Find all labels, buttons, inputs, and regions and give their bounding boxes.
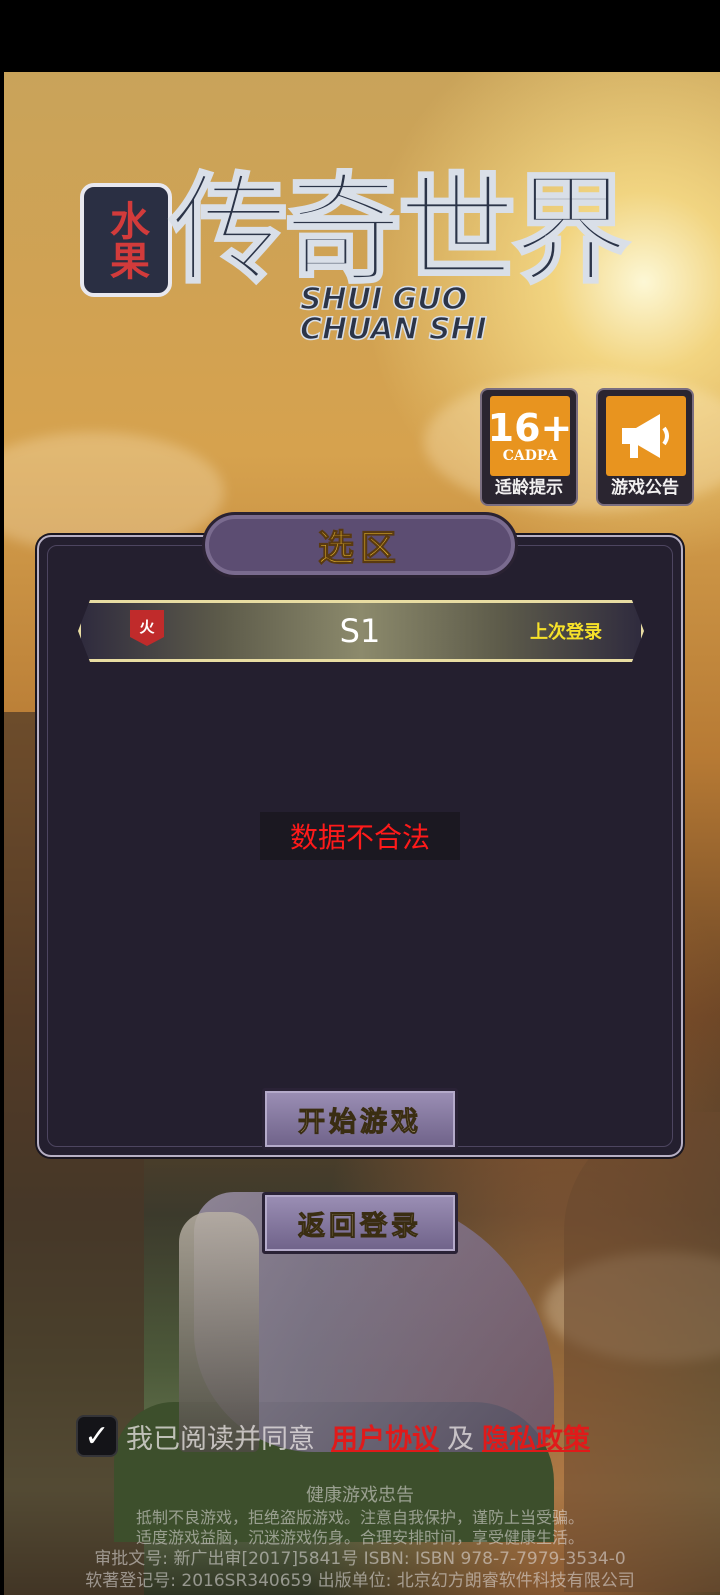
agree-and-text: 及 [447, 1423, 474, 1455]
footer-line-1: 抵制不良游戏，拒绝盗版游戏。注意自我保护，谨防上当受骗。 [135, 1508, 584, 1527]
footer-line-2: 适度游戏益脑，沉迷游戏伤身。合理安排时间，享受健康生活。 [135, 1528, 584, 1547]
server-name: S1 [339, 612, 381, 650]
logo-title: 传奇世界 [168, 161, 631, 299]
panel-title: 选区 [202, 512, 518, 578]
agreement-row: ✓ 我已阅读并同意 用户协议 及 隐私政策 [76, 1414, 590, 1458]
back-to-login-button[interactable]: 返回登录 [262, 1192, 458, 1254]
logo-badge: 水果 [80, 183, 172, 297]
agree-checkbox[interactable]: ✓ [76, 1415, 118, 1457]
footer-line-4: 软著登记号: 2016SR340659 出版单位: 北京幻方朗睿软件科技有限公司 [85, 1571, 635, 1591]
cadpa-age-icon: 16+ CADPA [488, 396, 572, 476]
agree-text: 我已阅读并同意 [126, 1423, 315, 1455]
error-message: 数据不合法 [260, 812, 460, 860]
game-notice-button[interactable]: 游戏公告 [596, 388, 694, 506]
start-game-button[interactable]: 开始游戏 [262, 1088, 458, 1150]
age-rating-label: 适龄提示 [495, 478, 563, 498]
footer-line-3: 审批文号: 新广出审[2017]5841号 ISBN: ISBN 978-7-7… [94, 1549, 626, 1569]
footer-heading: 健康游戏忠告 [306, 1485, 414, 1506]
privacy-policy-link[interactable]: 隐私政策 [482, 1417, 590, 1456]
user-agreement-link[interactable]: 用户协议 [331, 1417, 439, 1456]
last-login-label: 上次登录 [530, 622, 602, 643]
game-notice-label: 游戏公告 [611, 478, 679, 498]
health-notice-footer: 健康游戏忠告 抵制不良游戏，拒绝盗版游戏。注意自我保护，谨防上当受骗。 适度游戏… [0, 1484, 720, 1592]
logo-subtitle: SHUI GUO CHUAN SHI [299, 282, 487, 347]
megaphone-icon [606, 396, 686, 476]
checkmark-icon: ✓ [84, 1418, 110, 1454]
game-logo: 水果 传奇世界 SHUI GUO CHUAN SHI [78, 170, 648, 350]
age-rating-button[interactable]: 16+ CADPA 适龄提示 [480, 388, 578, 506]
